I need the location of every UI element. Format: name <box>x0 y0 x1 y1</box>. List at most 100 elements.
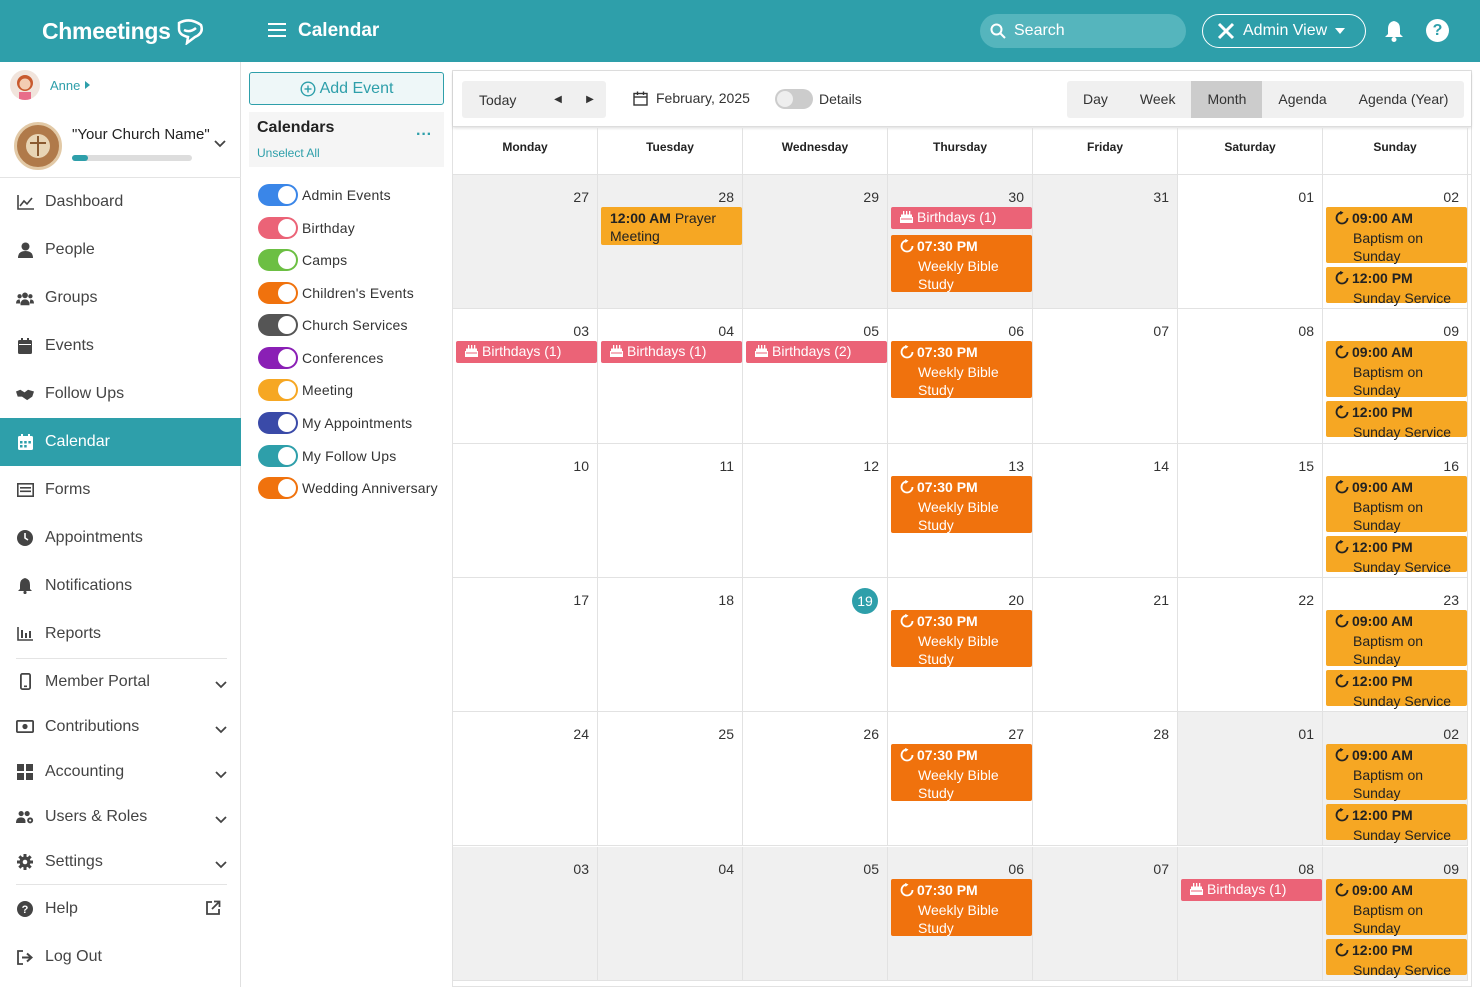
day-cell[interactable]: 02 09:00 AM Baptism on Sunday 12:00 PM Sunda… <box>1323 712 1468 847</box>
day-cell[interactable]: 31 <box>1033 175 1178 310</box>
today-button[interactable]: Today <box>462 92 542 108</box>
day-cell[interactable]: 13 07:30 PM Weekly Bible Study <box>888 443 1033 578</box>
calendar-event[interactable]: 12:00 AM Prayer Meeting <box>601 207 742 245</box>
day-cell[interactable]: 09 09:00 AM Baptism on Sunday 12:00 PM Sunda… <box>1323 309 1468 444</box>
nav-item-events[interactable]: Events <box>0 322 241 370</box>
calendar-toggle-children-s-events[interactable]: Children's Events <box>258 282 414 304</box>
admin-view-dropdown[interactable]: Admin View <box>1202 14 1366 48</box>
day-cell[interactable]: 27 07:30 PM Weekly Bible Study <box>888 712 1033 847</box>
chevron-down-icon[interactable] <box>214 140 226 148</box>
day-cell[interactable]: 29 <box>743 175 888 310</box>
day-cell[interactable]: 06 07:30 PM Weekly Bible Study <box>888 846 1033 981</box>
day-cell[interactable]: 15 <box>1178 443 1323 578</box>
search-box[interactable]: Search <box>980 14 1186 48</box>
day-cell[interactable]: 06 07:30 PM Weekly Bible Study <box>888 309 1033 444</box>
view-day[interactable]: Day <box>1067 81 1124 118</box>
nav-item-member-portal[interactable]: Member Portal <box>0 659 241 704</box>
day-cell[interactable]: 09 09:00 AM Baptism on Sunday 12:00 PM Sunda… <box>1323 846 1468 981</box>
day-cell[interactable]: 21 <box>1033 577 1178 713</box>
day-cell[interactable]: 04 <box>598 846 743 981</box>
toggle-switch[interactable] <box>258 445 298 467</box>
day-cell[interactable]: 24 <box>453 712 598 847</box>
nav-item-settings[interactable]: Settings <box>0 839 241 884</box>
add-event-button[interactable]: Add Event <box>249 72 444 105</box>
nav-item-follow-ups[interactable]: Follow Ups <box>0 370 241 418</box>
hamburger-menu-icon[interactable] <box>268 22 286 38</box>
calendar-event[interactable]: 09:00 AM Baptism on Sunday <box>1326 878 1467 936</box>
month-picker[interactable]: February, 2025 <box>633 90 750 106</box>
toggle-switch[interactable] <box>258 184 298 206</box>
calendar-event[interactable]: Birthdays (1) <box>456 341 597 364</box>
day-cell[interactable]: 28 12:00 AM Prayer Meeting <box>598 175 743 310</box>
view-agenda-year[interactable]: Agenda (Year) <box>1343 81 1465 118</box>
nav-item-help[interactable]: ? Help <box>0 885 241 933</box>
next-arrow-icon[interactable]: ▶ <box>574 94 606 105</box>
nav-item-reports[interactable]: Reports <box>0 610 241 658</box>
day-cell[interactable]: 17 <box>453 577 598 713</box>
notifications-bell-icon[interactable] <box>1384 20 1404 42</box>
nav-item-appointments[interactable]: Appointments <box>0 514 241 562</box>
day-cell[interactable]: 16 09:00 AM Baptism on Sunday 12:00 PM Sunda… <box>1323 443 1468 578</box>
day-cell[interactable]: 14 <box>1033 443 1178 578</box>
day-cell[interactable]: 26 <box>743 712 888 847</box>
day-cell[interactable]: 25 <box>598 712 743 847</box>
day-cell[interactable]: 28 <box>1033 712 1178 847</box>
day-cell[interactable]: 12 <box>743 443 888 578</box>
chevron-down-icon[interactable] <box>215 766 227 784</box>
view-week[interactable]: Week <box>1124 81 1192 118</box>
nav-item-notifications[interactable]: Notifications <box>0 562 241 610</box>
church-selector[interactable]: "Your Church Name" <box>14 122 234 182</box>
calendar-event[interactable]: 12:00 PM Sunday Service <box>1326 669 1467 709</box>
calendar-toggle-wedding-anniversary[interactable]: Wedding Anniversary <box>258 477 438 499</box>
nav-item-dashboard[interactable]: Dashboard <box>0 178 241 226</box>
toggle-switch[interactable] <box>258 412 298 434</box>
day-cell[interactable]: 10 <box>453 443 598 578</box>
nav-item-people[interactable]: People <box>0 226 241 274</box>
day-cell[interactable]: 23 09:00 AM Baptism on Sunday 12:00 PM Sunda… <box>1323 577 1468 713</box>
calendar-event[interactable]: 07:30 PM Weekly Bible Study <box>891 609 1032 667</box>
day-cell[interactable]: 07 <box>1033 309 1178 444</box>
calendar-event[interactable]: 12:00 PM Sunday Service <box>1326 804 1467 843</box>
day-cell[interactable]: 03 Birthdays (1) <box>453 309 598 444</box>
unselect-all-link[interactable]: Unselect All <box>257 146 436 160</box>
calendar-event[interactable]: 12:00 PM Sunday Service <box>1326 267 1467 306</box>
nav-item-accounting[interactable]: Accounting <box>0 749 241 794</box>
chevron-down-icon[interactable] <box>215 721 227 739</box>
nav-item-log-out[interactable]: Log Out <box>0 933 241 981</box>
details-switch[interactable] <box>775 89 813 109</box>
help-question-icon[interactable]: ? <box>1426 19 1449 42</box>
day-cell[interactable]: 02 09:00 AM Baptism on Sunday 12:00 PM Sunda… <box>1323 175 1468 310</box>
view-agenda[interactable]: Agenda <box>1262 81 1342 118</box>
calendar-toggle-admin-events[interactable]: Admin Events <box>258 184 391 206</box>
calendar-toggle-birthday[interactable]: Birthday <box>258 217 355 239</box>
calendar-event[interactable]: 07:30 PM Weekly Bible Study <box>891 235 1032 292</box>
calendar-event[interactable]: 09:00 AM Baptism on Sunday <box>1326 341 1467 398</box>
day-cell[interactable]: 05 <box>743 846 888 981</box>
calendar-event[interactable]: 07:30 PM Weekly Bible Study <box>891 744 1032 802</box>
day-cell[interactable]: 07 <box>1033 846 1178 981</box>
nav-item-groups[interactable]: Groups <box>0 274 241 322</box>
calendar-toggle-conferences[interactable]: Conferences <box>258 347 384 369</box>
nav-item-forms[interactable]: Forms <box>0 466 241 514</box>
calendar-event[interactable]: 07:30 PM Weekly Bible Study <box>891 341 1032 399</box>
toggle-switch[interactable] <box>258 477 298 499</box>
day-cell[interactable]: 20 07:30 PM Weekly Bible Study <box>888 577 1033 713</box>
brand-logo[interactable]: Chmeetings <box>42 18 205 45</box>
calendar-event[interactable]: 09:00 AM Baptism on Sunday <box>1326 475 1467 533</box>
day-cell[interactable]: 05 Birthdays (2) <box>743 309 888 444</box>
day-cell[interactable]: 03 <box>453 846 598 981</box>
calendar-toggle-my-appointments[interactable]: My Appointments <box>258 412 412 434</box>
day-cell[interactable]: 08 Birthdays (1) <box>1178 846 1323 981</box>
day-cell[interactable]: 01 <box>1178 175 1323 310</box>
calendar-event[interactable]: Birthdays (1) <box>1181 878 1322 901</box>
nav-item-contributions[interactable]: Contributions <box>0 704 241 749</box>
prev-arrow-icon[interactable]: ◀ <box>542 94 574 105</box>
calendar-event[interactable]: Birthdays (1) <box>891 207 1032 229</box>
calendar-event[interactable]: 12:00 PM Sunday Service <box>1326 938 1467 978</box>
calendar-event[interactable]: 09:00 AM Baptism on Sunday <box>1326 609 1467 667</box>
nav-item-users-roles[interactable]: Users & Roles <box>0 794 241 839</box>
day-cell[interactable]: 08 <box>1178 309 1323 444</box>
chevron-down-icon[interactable] <box>215 856 227 874</box>
external-link-icon[interactable] <box>205 900 221 921</box>
calendar-toggle-meeting[interactable]: Meeting <box>258 379 353 401</box>
